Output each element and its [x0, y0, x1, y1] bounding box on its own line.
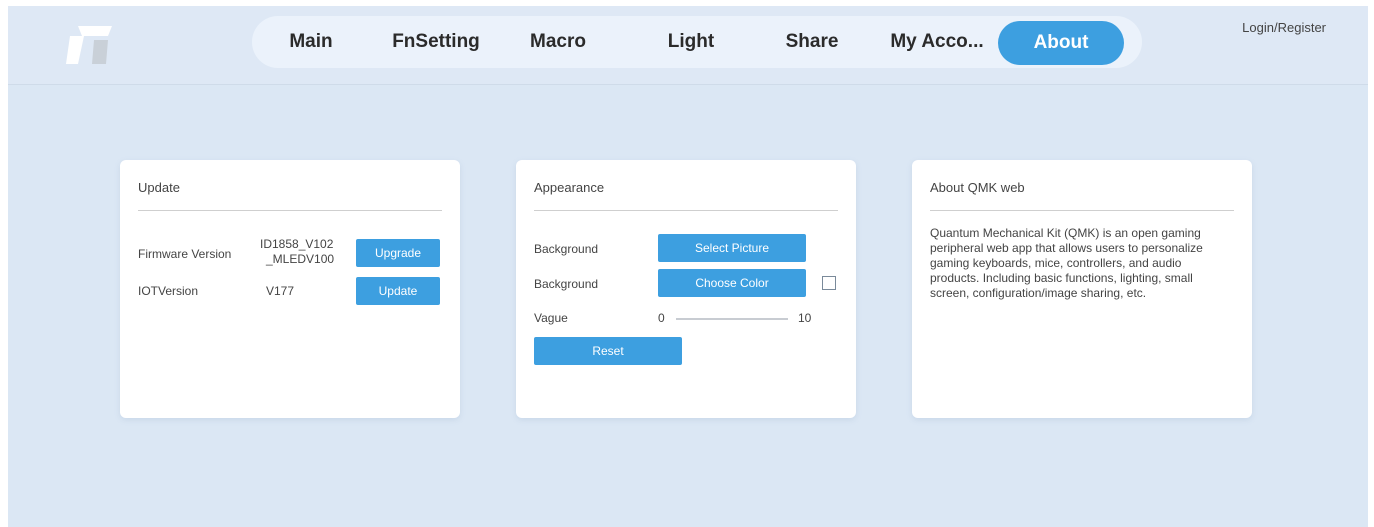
nav-tab-main[interactable]: Main — [272, 16, 350, 68]
appearance-card-divider — [534, 210, 838, 211]
appearance-card: Appearance Background Select Picture Bac… — [516, 160, 856, 418]
upgrade-button[interactable]: Upgrade — [356, 239, 440, 267]
update-button[interactable]: Update — [356, 277, 440, 305]
about-description: Quantum Mechanical Kit (QMK) is an open … — [930, 226, 1203, 300]
select-picture-button[interactable]: Select Picture — [658, 234, 806, 262]
vague-slider[interactable] — [676, 318, 788, 320]
iot-version-value: V177 — [266, 284, 295, 298]
top-bar: Main FnSetting Macro Light Share My Acco… — [8, 6, 1368, 85]
vague-min-value: 0 — [658, 311, 665, 325]
nav-tab-light[interactable]: Light — [646, 16, 736, 68]
firmware-version-value-line2: _MLEDV100 — [266, 252, 335, 266]
nav-tab-macro[interactable]: Macro — [514, 16, 602, 68]
about-card-divider — [930, 210, 1234, 211]
firmware-version-value-line1: ID1858_V102 — [260, 237, 334, 251]
about-card: About QMK web Quantum Mechanical Kit (QM… — [912, 160, 1252, 418]
reset-button[interactable]: Reset — [534, 337, 682, 365]
nav-tab-about[interactable]: About — [998, 21, 1124, 65]
vague-label: Vague — [534, 311, 568, 325]
login-register-link[interactable]: Login/Register — [1242, 20, 1326, 35]
nav-tab-fnsetting[interactable]: FnSetting — [380, 16, 492, 68]
firmware-version-label: Firmware Version — [138, 247, 232, 261]
nav-tab-my-account[interactable]: My Acco... — [882, 16, 992, 68]
app-logo-icon[interactable] — [66, 24, 112, 64]
appearance-card-title: Appearance — [534, 180, 605, 195]
about-card-title: About QMK web — [930, 180, 1025, 195]
background-color-checkbox[interactable] — [822, 276, 836, 290]
main-nav: Main FnSetting Macro Light Share My Acco… — [252, 16, 1142, 68]
update-card-divider — [138, 210, 442, 211]
update-card: Update Firmware Version ID1858_V102 _MLE… — [120, 160, 460, 418]
nav-tab-share[interactable]: Share — [772, 16, 852, 68]
choose-color-button[interactable]: Choose Color — [658, 269, 806, 297]
background-color-label: Background — [534, 277, 599, 291]
update-card-title: Update — [138, 180, 180, 195]
app-window: Main FnSetting Macro Light Share My Acco… — [8, 6, 1368, 527]
background-picture-label: Background — [534, 242, 599, 256]
vague-max-value: 10 — [798, 311, 812, 325]
iot-version-label: IOTVersion — [138, 284, 199, 298]
